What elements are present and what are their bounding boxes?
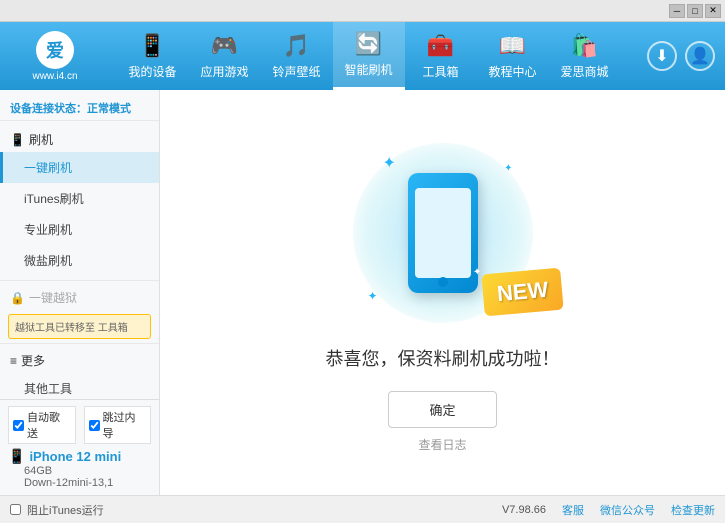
apps-games-icon: 🎮 — [211, 33, 238, 59]
more-section-icon: ≡ — [10, 354, 17, 368]
block-itunes-checkbox[interactable] — [10, 504, 21, 515]
device-firmware: Down-12mini-13,1 — [24, 477, 151, 489]
new-badge: ✦ ✦ NEW — [481, 267, 564, 316]
top-nav: 爱 www.i4.cn 📱 我的设备 🎮 应用游戏 🎵 铃声壁纸 🔄 智能刷机 … — [0, 22, 725, 90]
download-button[interactable]: ⬇ — [647, 41, 677, 71]
ringtones-icon: 🎵 — [283, 33, 310, 59]
sparkle-icon-2: ✦ — [504, 163, 512, 174]
status-label: 设备连接状态： — [10, 103, 87, 115]
badge-sparkle-left: ✦ — [473, 266, 482, 278]
phone-home-button — [438, 277, 448, 287]
device-phone-icon: 📱 — [8, 448, 25, 465]
sidebar-item-itunes-flash[interactable]: iTunes刷机 — [0, 183, 159, 214]
jailbreak-lock-icon: 🔒 — [10, 291, 25, 305]
sidebar-section-flash: 📱 刷机 — [0, 127, 159, 152]
nav-item-apps-games[interactable]: 🎮 应用游戏 — [189, 22, 261, 90]
sidebar-divider-2 — [0, 343, 159, 344]
wechat-link[interactable]: 微信公众号 — [600, 502, 655, 518]
jailbreak-section-label: 一键越狱 — [29, 289, 77, 306]
skip-wizard-input[interactable] — [89, 420, 100, 431]
customer-service-link[interactable]: 客服 — [562, 502, 584, 518]
device-storage: 64GB — [24, 465, 151, 477]
auto-dismiss-label: 自动歌送 — [27, 409, 71, 441]
nav-items: 📱 我的设备 🎮 应用游戏 🎵 铃声壁纸 🔄 智能刷机 🧰 工具箱 📖 教程中心… — [100, 22, 637, 90]
nav-item-toolbox[interactable]: 🧰 工具箱 — [405, 22, 477, 90]
check-update-link[interactable]: 检查更新 — [671, 502, 715, 518]
sidebar-item-pro-flash[interactable]: 专业刷机 — [0, 214, 159, 245]
sidebar-item-downgrade-flash[interactable]: 微盐刷机 — [0, 245, 159, 276]
sidebar-status: 设备连接状态：正常模式 — [0, 96, 159, 121]
phone-screen — [415, 188, 471, 278]
success-message: 恭喜您，保资料刷机成功啦！ — [326, 345, 560, 371]
flash-section-icon: 📱 — [10, 133, 25, 147]
flash-section-label: 刷机 — [29, 131, 53, 148]
nav-item-mall-label: 爱思商城 — [560, 63, 608, 80]
nav-item-tutorial[interactable]: 📖 教程中心 — [477, 22, 549, 90]
bottom-right: V7.98.66 客服 微信公众号 检查更新 — [502, 502, 715, 518]
mall-icon: 🛍️ — [571, 33, 598, 59]
nav-item-ringtones-label: 铃声壁纸 — [272, 63, 320, 80]
new-badge-text: NEW — [496, 276, 549, 306]
nav-item-toolbox-label: 工具箱 — [422, 63, 458, 80]
nav-item-mall[interactable]: 🛍️ 爱思商城 — [549, 22, 621, 90]
device-name-text: iPhone 12 mini — [29, 449, 121, 464]
pro-flash-label: 专业刷机 — [24, 223, 72, 237]
itunes-flash-label: iTunes刷机 — [24, 192, 84, 206]
my-device-icon: 📱 — [139, 33, 166, 59]
auto-dismiss-input[interactable] — [13, 420, 24, 431]
nav-item-my-device[interactable]: 📱 我的设备 — [117, 22, 189, 90]
status-value: 正常模式 — [87, 103, 131, 115]
window-controls[interactable]: ─ □ ✕ — [669, 4, 721, 18]
nav-item-smart-flash-label: 智能刷机 — [344, 61, 392, 78]
device-panel: 自动歌送 跳过内导 📱 iPhone 12 mini 64GB Down-12m… — [0, 399, 160, 495]
nav-item-ringtones[interactable]: 🎵 铃声壁纸 — [261, 22, 333, 90]
nav-right-buttons: ⬇ 👤 — [647, 41, 715, 71]
title-bar: ─ □ ✕ — [0, 0, 725, 22]
account-button[interactable]: 👤 — [685, 41, 715, 71]
sidebar-item-one-click-flash[interactable]: 一键刷机 — [0, 152, 159, 183]
tutorial-icon: 📖 — [499, 33, 526, 59]
confirm-button[interactable]: 确定 — [388, 391, 496, 428]
bottom-bar: 阻止iTunes运行 V7.98.66 客服 微信公众号 检查更新 — [0, 495, 725, 523]
sidebar-divider-1 — [0, 280, 159, 281]
device-name: 📱 iPhone 12 mini — [8, 448, 151, 465]
skip-wizard-label: 跳过内导 — [103, 409, 147, 441]
block-itunes-label: 阻止iTunes运行 — [27, 502, 104, 518]
device-panel-checkboxes: 自动歌送 跳过内导 — [8, 406, 151, 444]
badge-sparkle-right: ✦ — [556, 261, 565, 273]
logo-area: 爱 www.i4.cn — [10, 31, 100, 82]
content-area: ✦ ✦ ✦ ✦ ✦ NEW 恭喜您，保资料刷机成功啦！ 确定 查看日志 — [160, 90, 725, 495]
nav-item-smart-flash[interactable]: 🔄 智能刷机 — [333, 22, 405, 90]
toolbox-icon: 🧰 — [427, 33, 454, 59]
jailbreak-warning-box: 越狱工具已转移至 工具箱 — [8, 314, 151, 339]
auto-dismiss-checkbox[interactable]: 自动歌送 — [8, 406, 76, 444]
jailbreak-warning-text: 越狱工具已转移至 工具箱 — [15, 323, 128, 334]
phone-illustration: ✦ ✦ ✦ ✦ ✦ NEW — [343, 133, 543, 333]
skip-wizard-checkbox[interactable]: 跳过内导 — [84, 406, 152, 444]
downgrade-flash-label: 微盐刷机 — [24, 254, 72, 268]
logo-url: www.i4.cn — [32, 71, 77, 82]
nav-item-apps-games-label: 应用游戏 — [200, 63, 248, 80]
phone-body — [408, 173, 478, 293]
minimize-button[interactable]: ─ — [669, 4, 685, 18]
version-text: V7.98.66 — [502, 504, 546, 516]
other-tools-label: 其他工具 — [24, 382, 72, 396]
close-button[interactable]: ✕ — [705, 4, 721, 18]
logo-icon: 爱 — [36, 31, 74, 69]
nav-item-my-device-label: 我的设备 — [128, 63, 176, 80]
bottom-left: 阻止iTunes运行 — [10, 502, 104, 518]
smart-flash-icon: 🔄 — [355, 31, 382, 57]
dismiss-link[interactable]: 查看日志 — [418, 436, 466, 453]
maximize-button[interactable]: □ — [687, 4, 703, 18]
one-click-flash-label: 一键刷机 — [24, 161, 72, 175]
nav-item-tutorial-label: 教程中心 — [488, 63, 536, 80]
sidebar-section-more: ≡ 更多 — [0, 348, 159, 373]
sidebar-section-jailbreak: 🔒 一键越狱 — [0, 285, 159, 310]
sparkle-icon-1: ✦ — [383, 153, 396, 173]
more-section-label: 更多 — [21, 352, 45, 369]
sparkle-icon-3: ✦ — [368, 289, 378, 303]
